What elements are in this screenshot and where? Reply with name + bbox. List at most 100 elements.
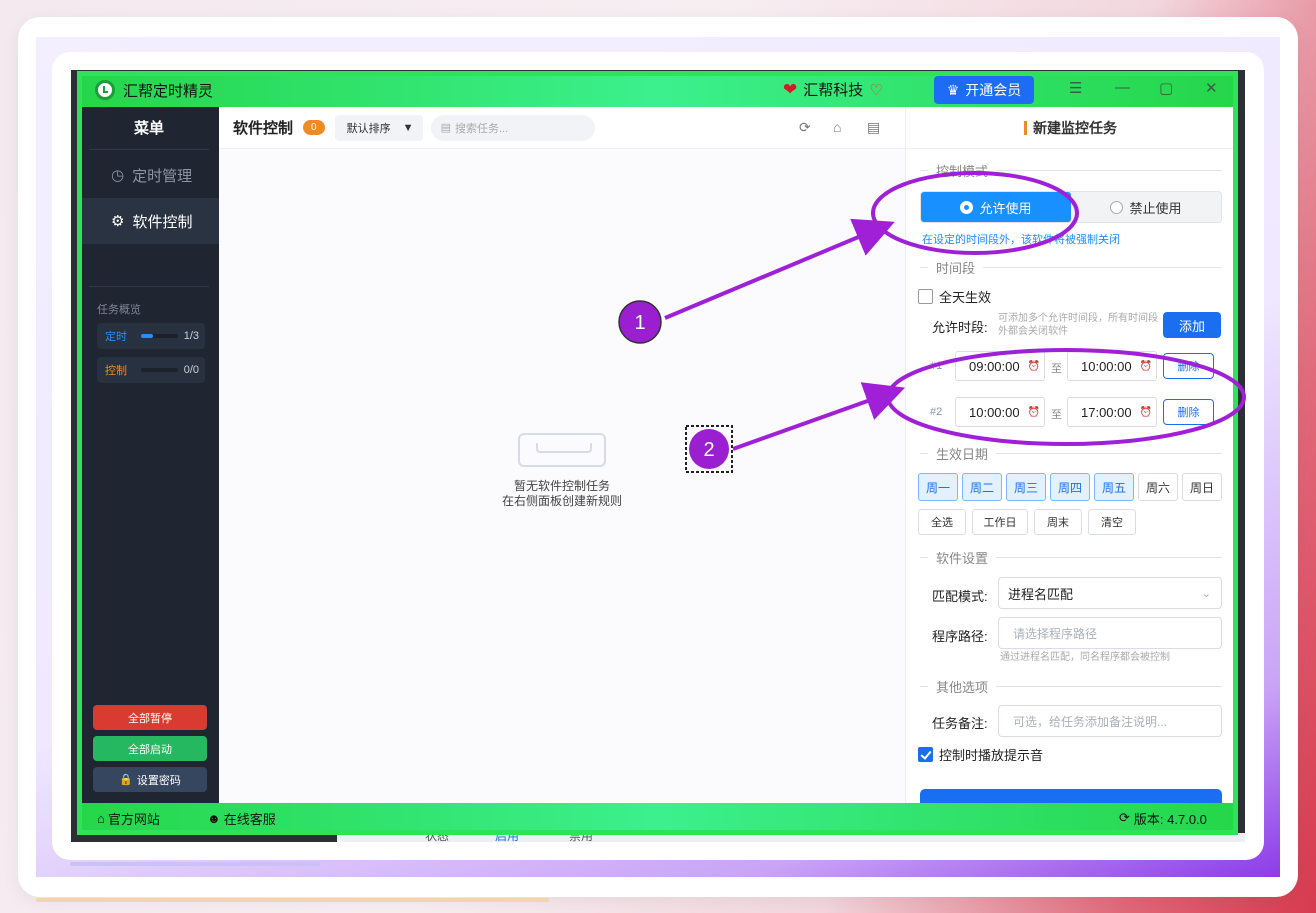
chevron-down-icon: ⌄ — [1201, 587, 1211, 600]
slot-end-time[interactable]: 10:00:00 ⏰ — [1067, 351, 1157, 381]
overview-progress — [141, 368, 178, 372]
overview-title: 任务概览 — [97, 304, 141, 316]
slot-start-time[interactable]: 10:00:00 ⏰ — [955, 397, 1045, 427]
alarm-clock-icon: ◷ — [111, 167, 125, 184]
overview-name: 控制 — [105, 365, 127, 377]
delete-slot-button[interactable]: 删除 — [1163, 399, 1214, 425]
section-label: 控制模式 — [936, 164, 989, 179]
search-placeholder: 搜索任务... — [454, 122, 509, 135]
checkbox-icon — [918, 747, 933, 762]
menu-icon[interactable]: ☰ — [1069, 79, 1082, 97]
slot-end-time[interactable]: 17:00:00 ⏰ — [1067, 397, 1157, 427]
home-icon[interactable]: ⌂ — [833, 119, 841, 135]
divider — [89, 149, 209, 150]
day-thu[interactable]: 周四 — [1050, 473, 1090, 501]
button-label: 工作日 — [983, 517, 1017, 529]
day-fri[interactable]: 周五 — [1094, 473, 1134, 501]
workdays-button[interactable]: 工作日 — [972, 509, 1028, 535]
title-bar[interactable]: 汇帮定时精灵 ❤ 汇帮科技 ♡ ♛ 开通会员 ☰ — ▢ ✕ — [79, 73, 1235, 107]
clear-days-button[interactable]: 清空 — [1088, 509, 1136, 535]
all-day-checkbox[interactable]: 全天生效 — [918, 287, 991, 306]
progress-fill — [141, 334, 154, 338]
alarm-icon: ⏰ — [1027, 360, 1041, 372]
start-all-button[interactable]: 全部启动 — [93, 736, 207, 761]
search-icon: ▤ — [440, 122, 451, 134]
day-wed[interactable]: 周三 — [1006, 473, 1046, 501]
path-hint: 通过进程名匹配，同名程序都会被控制 — [1000, 652, 1170, 663]
section-label: 生效日期 — [936, 447, 989, 462]
slot-start-time[interactable]: 09:00:00 ⏰ — [955, 351, 1045, 381]
new-task-panel: 新建监控任务 控制模式 允许使用 禁止使用 在设定的时间段外，该软件将被强制关闭… — [905, 107, 1235, 803]
day-mon[interactable]: 周一 — [918, 473, 958, 501]
headset-icon: ☻ — [207, 810, 221, 826]
slot-index: #1 — [930, 360, 943, 372]
day-sat[interactable]: 周六 — [1138, 473, 1178, 501]
button-label: 清空 — [1101, 517, 1123, 529]
export-icon[interactable]: ▤ — [867, 119, 880, 136]
search-input[interactable]: ▤ 搜索任务... — [430, 114, 595, 141]
sort-select[interactable]: 默认排序 ▼ — [334, 114, 423, 141]
refresh-icon[interactable]: ⟳ — [799, 119, 811, 136]
button-label: 删除 — [1177, 407, 1200, 419]
overview-name: 定时 — [105, 331, 127, 343]
to-label: 至 — [1051, 363, 1062, 375]
mode-allow-radio[interactable]: 允许使用 — [921, 192, 1071, 222]
button-label: 全选 — [931, 517, 953, 529]
section-time: 时间段 — [920, 258, 1222, 277]
weekend-button[interactable]: 周末 — [1034, 509, 1082, 535]
delete-slot-button[interactable]: 删除 — [1163, 353, 1214, 379]
time-value: 10:00:00 — [969, 404, 1020, 420]
crown-icon: ♛ — [946, 81, 960, 98]
behind-text: 禁用 — [569, 833, 594, 842]
brand-name: 汇帮科技 — [803, 82, 864, 99]
day-tue[interactable]: 周二 — [962, 473, 1002, 501]
section-label: 其他选项 — [936, 680, 989, 695]
mode-deny-radio[interactable]: 禁止使用 — [1071, 192, 1221, 222]
day-label: 周日 — [1189, 480, 1214, 495]
website-link[interactable]: ⌂ 官方网站 — [97, 809, 160, 828]
pause-all-button[interactable]: 全部暂停 — [93, 705, 207, 730]
behind-text: 启用 — [495, 833, 520, 842]
set-password-button[interactable]: 🔒 设置密码 — [93, 767, 207, 792]
link-label: 在线客服 — [223, 811, 276, 827]
allowed-hint: 可添加多个允许时间段，所有时间段外都会关闭软件 — [998, 313, 1158, 337]
sidebar-item-timer[interactable]: ◷ 定时管理 — [79, 152, 219, 198]
maximize-icon[interactable]: ▢ — [1159, 79, 1173, 97]
menu-title: 菜单 — [133, 120, 164, 137]
match-mode-select[interactable]: 进程名匹配 ⌄ — [998, 577, 1222, 609]
empty-state: 暂无软件控制任务 在右侧面板创建新规则 — [219, 433, 905, 509]
sidebar-item-label: 软件控制 — [132, 213, 193, 231]
gear-icon: ⚙ — [111, 213, 125, 230]
create-task-button[interactable] — [920, 789, 1222, 803]
vip-button[interactable]: ♛ 开通会员 — [934, 76, 1034, 104]
refresh-icon: ⟳ — [1119, 810, 1130, 825]
day-sun[interactable]: 周日 — [1182, 473, 1222, 501]
select-value: 进程名匹配 — [1008, 586, 1074, 602]
to-label: 至 — [1051, 409, 1062, 421]
add-slot-button[interactable]: 添加 — [1163, 312, 1221, 338]
sound-checkbox[interactable]: 控制时播放提示音 — [918, 745, 1043, 764]
alarm-icon: ⏰ — [1027, 406, 1041, 418]
toolbar: 软件控制 0 默认排序 ▼ ▤ 搜索任务... ⟳ ⌂ ▤ — [219, 107, 905, 149]
section-software: 软件设置 — [920, 548, 1222, 567]
lock-icon: 🔒 — [119, 774, 133, 786]
time-value: 09:00:00 — [969, 358, 1020, 374]
overview-timer: 定时 1/3 — [97, 323, 205, 349]
sidebar-item-software-control[interactable]: ⚙ 软件控制 — [79, 198, 219, 244]
task-note-input[interactable]: 可选，给任务添加备注说明... — [998, 705, 1222, 737]
overview-count: 1/3 — [183, 330, 199, 342]
close-icon[interactable]: ✕ — [1205, 79, 1218, 97]
select-all-button[interactable]: 全选 — [918, 509, 966, 535]
button-label: 设置密码 — [136, 774, 181, 787]
brand: ❤ 汇帮科技 ♡ — [783, 79, 883, 100]
app-logo-icon — [95, 80, 115, 100]
panel-title: 新建监控任务 — [906, 107, 1235, 149]
mode-label: 允许使用 — [979, 200, 1032, 216]
support-link[interactable]: ☻ 在线客服 — [207, 809, 276, 828]
allowed-label: 允许时段: — [932, 320, 988, 335]
minimize-icon[interactable]: — — [1115, 79, 1130, 96]
time-value: 17:00:00 — [1081, 404, 1132, 420]
section-control-mode: 控制模式 — [920, 161, 1222, 180]
program-path-input[interactable]: 请选择程序路径 — [998, 617, 1222, 649]
time-value: 10:00:00 — [1081, 358, 1132, 374]
